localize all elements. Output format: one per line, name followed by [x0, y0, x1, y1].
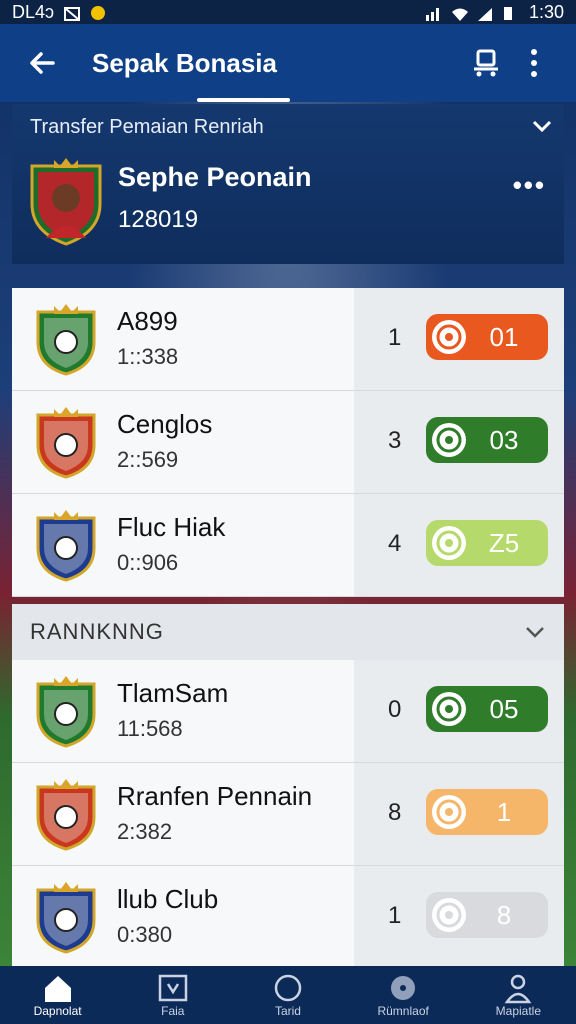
nav-label: Rümnlaof	[377, 1004, 429, 1018]
arrow-left-icon	[30, 52, 55, 74]
disc-icon	[391, 976, 416, 1000]
header-subtitle: Transfer Pemaian Renriah	[30, 116, 264, 138]
rank-number: 4	[388, 530, 402, 557]
nav-item-circle[interactable]: Tarid	[233, 972, 343, 1018]
score-pill[interactable]: 8	[426, 892, 548, 938]
club-crest-icon	[34, 302, 98, 376]
player-number: 128019	[118, 206, 199, 233]
nav-item-disc[interactable]: Rümnlaof	[348, 972, 458, 1018]
list-item[interactable]: Fluc Hiak0::906 4 Z5	[12, 494, 564, 597]
score-pill[interactable]: 03	[426, 417, 548, 463]
more-options-button[interactable]: •••	[513, 170, 546, 201]
app-title: Sepak Bonasia	[92, 47, 277, 78]
list-item[interactable]: Cenglos2::569 3 03	[12, 391, 564, 494]
bottom-navigation: Dapnolat Faia Tarid Rümnlaof Mapiatle	[0, 966, 576, 1024]
badge-icon	[432, 692, 466, 726]
club-crest-icon	[34, 405, 98, 479]
ranking-label: RANNKNNG	[30, 619, 164, 644]
cart-button[interactable]	[462, 39, 510, 87]
list-item[interactable]: A8991::338 1 01	[12, 288, 564, 391]
nav-item-person[interactable]: Mapiatle	[463, 972, 573, 1018]
list-item[interactable]: TlamSam 11:568 0 05	[12, 660, 564, 763]
cart-icon	[474, 49, 498, 77]
rank-number: 0	[388, 696, 402, 723]
score-value: 01	[489, 321, 519, 352]
score-value: 05	[489, 693, 519, 724]
club-name: Fluc Hiak	[117, 512, 226, 542]
score-value: 8	[496, 899, 512, 930]
score-value: 03	[489, 424, 519, 455]
home-icon	[44, 976, 71, 1002]
rank-number: 1	[388, 324, 402, 351]
club-time: 11:568	[117, 716, 183, 741]
score-pill[interactable]: 05	[426, 686, 548, 732]
more-vert-icon	[531, 49, 537, 77]
score-pill[interactable]: 1	[426, 789, 548, 835]
signal-icon	[425, 5, 441, 21]
app-bar: Sepak Bonasia	[0, 24, 576, 102]
club-name: TlamSam	[117, 678, 229, 708]
badge-icon	[432, 795, 466, 829]
notification-icon	[64, 5, 81, 21]
club-time: 2:382	[117, 819, 173, 844]
club-crest-icon	[34, 777, 98, 851]
chevron-down-icon[interactable]	[530, 114, 554, 138]
club-name: llub Club	[117, 884, 219, 914]
app-badge-icon	[90, 5, 106, 20]
club-time: 2::569	[117, 447, 179, 472]
tab-indicator	[197, 98, 290, 102]
score-value: Z5	[488, 527, 520, 558]
nav-label: Tarid	[274, 1004, 301, 1018]
status-left-text: DL4ɔ	[12, 1, 55, 22]
club-crest-icon	[34, 508, 98, 582]
player-name: Sephe Peonain	[118, 162, 312, 192]
club-time: 0::906	[117, 550, 179, 575]
badge-icon	[432, 898, 466, 932]
nav-item-home[interactable]: Dapnolat	[3, 972, 113, 1018]
rank-number: 8	[388, 799, 402, 826]
player-crest-icon	[30, 158, 102, 246]
rank-number: 1	[388, 902, 402, 929]
club-name: Cenglos	[117, 409, 213, 439]
club-time: 0:380	[117, 922, 173, 947]
list-item[interactable]: llub Club 0:380 1 8	[12, 866, 564, 969]
cell-signal-icon	[477, 5, 493, 21]
ranking-list: TlamSam 11:568 0 05 Rranfen Pennain 2:382 8 1 ll…	[12, 660, 564, 969]
overflow-menu-button[interactable]	[510, 39, 558, 87]
back-button[interactable]	[18, 39, 66, 87]
club-time: 1::338	[117, 344, 179, 369]
badge-icon	[432, 423, 466, 457]
club-crest-icon	[34, 880, 98, 954]
ranking-section-header[interactable]: RANNKNNG	[12, 604, 564, 660]
score-pill[interactable]: 01	[426, 314, 548, 360]
status-bar: DL4ɔ 1:30	[0, 0, 576, 24]
score-pill[interactable]: Z5	[426, 520, 548, 566]
club-name: Rranfen Pennain	[117, 781, 313, 811]
nav-item-tv[interactable]: Faia	[118, 972, 228, 1018]
transfer-header-card[interactable]: Transfer Pemaian Renriah Sephe Peonain 1…	[12, 104, 564, 264]
club-crest-icon	[34, 674, 98, 748]
transfer-list: A8991::338 1 01Cenglos2::569 3 03Fluc Hiak0:…	[12, 288, 564, 597]
chevron-down-icon[interactable]	[524, 621, 546, 643]
wifi-icon	[451, 5, 468, 21]
circle-icon	[274, 974, 302, 1002]
status-time: 1:30	[528, 1, 564, 22]
list-item[interactable]: Rranfen Pennain 2:382 8 1	[12, 763, 564, 866]
rank-number: 3	[388, 427, 402, 454]
nav-label: Mapiatle	[495, 1004, 542, 1018]
nav-label: Dapnolat	[33, 1004, 82, 1018]
club-name: A899	[117, 306, 178, 336]
badge-icon	[432, 320, 466, 354]
nav-label: Faia	[161, 1004, 185, 1018]
battery-icon	[503, 5, 519, 20]
badge-icon	[432, 526, 466, 560]
tv-icon	[158, 974, 188, 1002]
person-icon	[504, 974, 532, 1004]
score-value: 1	[496, 796, 512, 827]
